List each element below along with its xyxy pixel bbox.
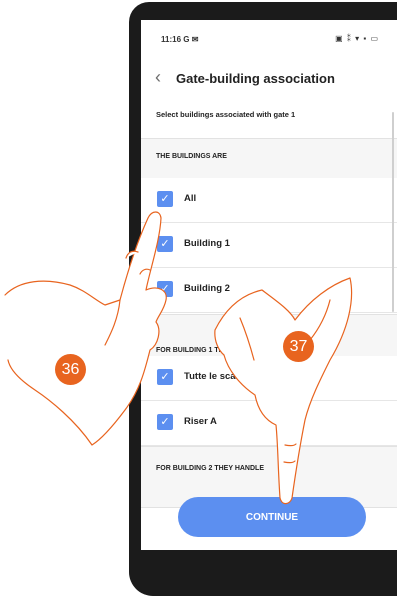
marker-badge-37: 37 <box>283 331 314 362</box>
hand-illustrations <box>4 211 353 505</box>
marker-badge-36: 36 <box>55 354 86 385</box>
